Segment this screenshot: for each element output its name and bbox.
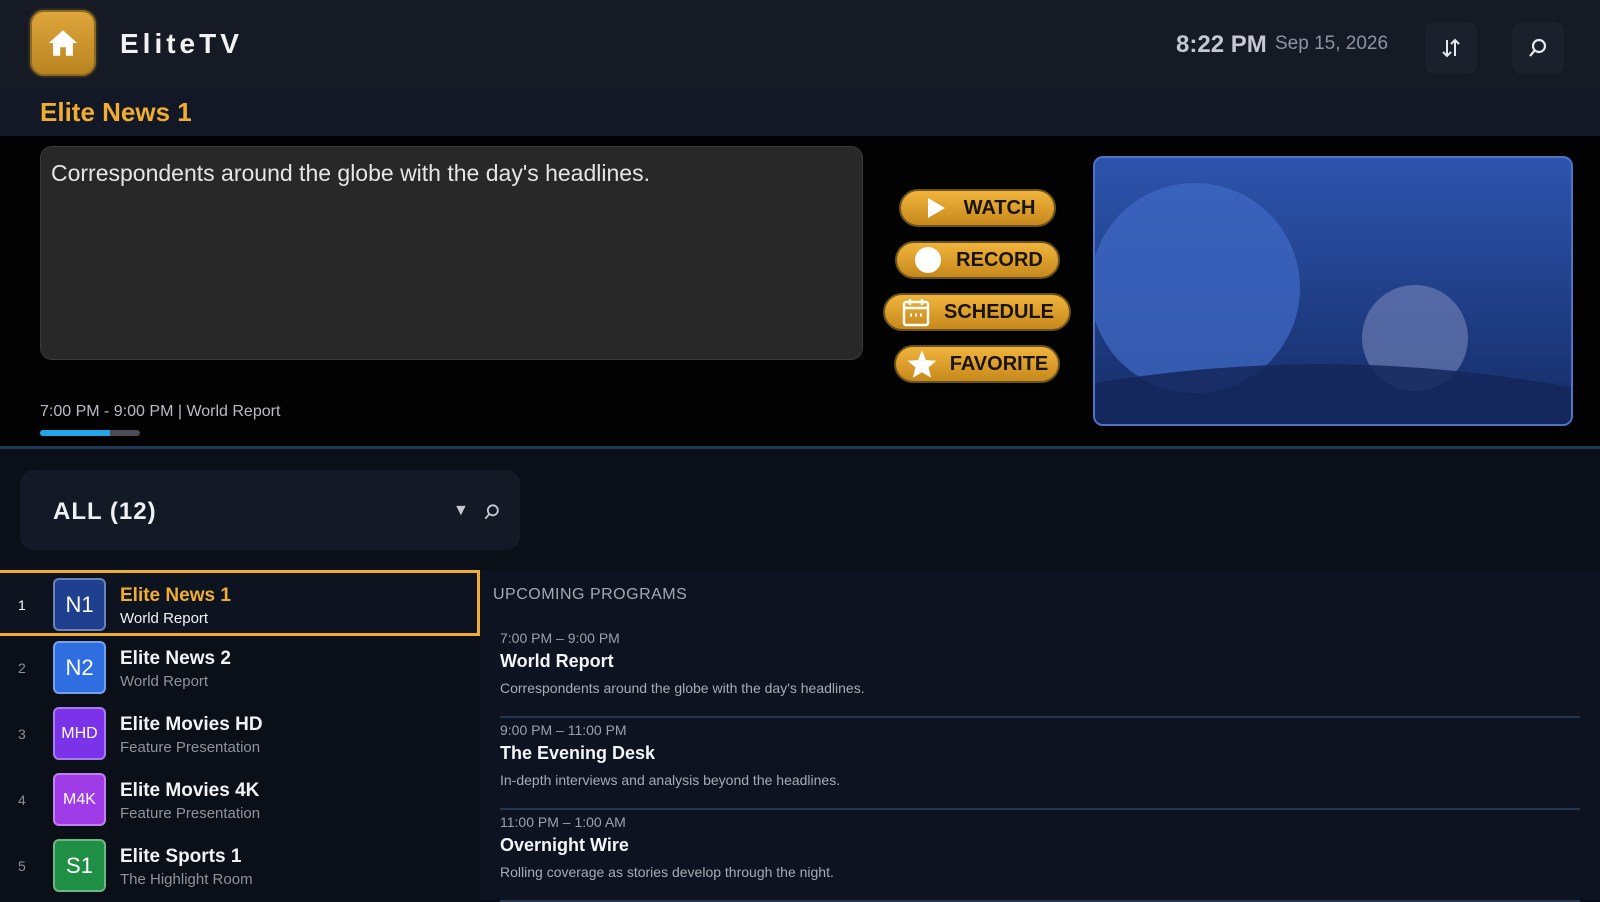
channel-row[interactable]: 1 N1 Elite News 1 World Report [0, 570, 480, 636]
program-description-line: Correspondents around the globe with the… [500, 680, 865, 696]
channel-logo: N1 [53, 578, 106, 631]
channel-logo: M4K [53, 773, 106, 826]
channel-number: 3 [18, 726, 26, 742]
program-time: 7:00 PM – 9:00 PM [500, 630, 620, 646]
channel-number: 5 [18, 858, 26, 874]
category-filter-label: ALL (12) [53, 498, 157, 525]
channel-program: World Report [120, 673, 209, 690]
program-item[interactable]: 11:00 PM – 1:00 AM Overnight Wire Rollin… [500, 814, 1580, 902]
star-icon [907, 350, 937, 378]
program-description: Correspondents around the globe with the… [40, 146, 863, 360]
home-icon [48, 30, 78, 56]
upcoming-heading: UPCOMING PROGRAMS [493, 586, 688, 603]
record-icon [915, 247, 942, 273]
record-button[interactable]: RECORD [895, 241, 1060, 279]
channel-name: Elite Movies 4K [120, 780, 260, 801]
dropdown-arrow-icon[interactable]: ▼ [453, 502, 469, 520]
calendar-icon [902, 299, 930, 327]
search-icon [484, 504, 499, 520]
channel-program: Feature Presentation [120, 805, 261, 822]
program-description-line: In-depth interviews and analysis beyond … [500, 772, 841, 788]
video-preview[interactable] [1093, 156, 1573, 426]
channel-logo: N2 [53, 641, 106, 694]
watch-button[interactable]: WATCH [899, 189, 1056, 227]
program-time-line: 7:00 PM - 9:00 PM | World Report [40, 403, 281, 420]
home-button[interactable] [28, 8, 98, 78]
program-title: The Evening Desk [500, 743, 656, 763]
channel-name: Elite News 1 [120, 585, 231, 606]
channel-row[interactable]: 3 MHD Elite Movies HD Feature Presentati… [0, 702, 480, 768]
progress-fill [40, 430, 110, 436]
favorite-label: FAVORITE [949, 352, 1049, 375]
channel-row[interactable]: 5 S1 Elite Sports 1 The Highlight Room [0, 834, 480, 900]
channel-logo: S1 [53, 839, 106, 892]
preview-artwork [1095, 158, 1571, 424]
channel-name: Elite News 2 [120, 648, 231, 669]
channel-row[interactable]: 2 N2 Elite News 2 World Report [0, 636, 480, 702]
search-button[interactable] [1512, 22, 1564, 74]
clock: 8:22 PM [1176, 31, 1267, 58]
program-title: World Report [500, 651, 614, 671]
program-progress-bar [40, 430, 140, 436]
program-time: 11:00 PM – 1:00 AM [500, 814, 626, 830]
channel-program: World Report [120, 610, 209, 627]
search-icon [1529, 38, 1547, 57]
channel-name: Elite Movies HD [120, 714, 263, 735]
favorite-button[interactable]: FAVORITE [894, 345, 1060, 383]
date: Sep 15, 2026 [1275, 33, 1389, 54]
channel-row[interactable]: 4 M4K Elite Movies 4K Feature Presentati… [0, 768, 480, 834]
channel-title: Elite News 1 [40, 97, 192, 127]
channel-logo: MHD [53, 707, 106, 760]
channel-name: Elite Sports 1 [120, 846, 242, 867]
channel-program: Feature Presentation [120, 739, 261, 756]
schedule-button[interactable]: SCHEDULE [883, 293, 1071, 331]
program-time: 9:00 PM – 11:00 PM [500, 722, 627, 738]
play-icon [927, 198, 945, 218]
program-title: Overnight Wire [500, 835, 629, 855]
channel-list: 1 N1 Elite News 1 World Report 2 N2 Elit… [0, 570, 480, 900]
program-item[interactable]: 9:00 PM – 11:00 PM The Evening Desk In-d… [500, 722, 1580, 810]
program-description-line: Rolling coverage as stories develop thro… [500, 864, 834, 880]
watch-label: WATCH [963, 196, 1036, 219]
channel-number: 4 [18, 792, 26, 808]
channel-program: The Highlight Room [120, 871, 253, 888]
channel-number: 2 [18, 660, 26, 676]
schedule-label: SCHEDULE [943, 300, 1054, 323]
filter-search-button[interactable] [482, 502, 502, 527]
sort-icon [1442, 38, 1460, 58]
channel-title-bar [0, 88, 1600, 136]
record-label: RECORD [956, 248, 1043, 271]
channel-number: 1 [18, 597, 26, 613]
program-item[interactable]: 7:00 PM – 9:00 PM World Report Correspon… [500, 630, 1580, 718]
sort-button[interactable] [1425, 22, 1477, 74]
app-title: EliteTV [120, 28, 243, 59]
